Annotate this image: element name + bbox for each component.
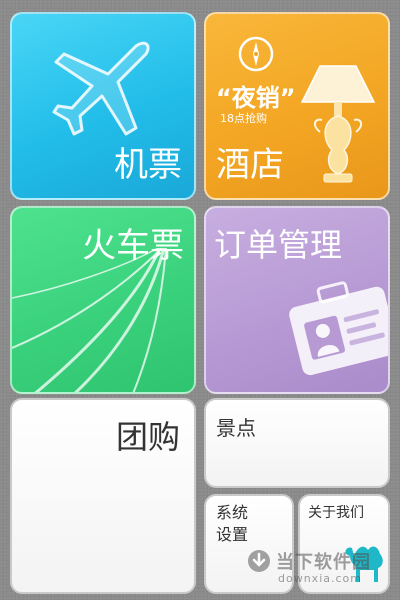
railway-tracks-icon	[12, 248, 167, 392]
promo-subtitle: 18点抢购	[220, 112, 267, 125]
groupbuy-tile[interactable]: 团购	[10, 398, 196, 594]
hotel-label: 酒店	[216, 145, 284, 185]
airplane-icon	[52, 41, 150, 136]
compass-icon	[238, 36, 274, 72]
about-label: 关于我们	[308, 505, 364, 521]
promo-title: “夜销”	[216, 84, 296, 112]
watermark: 当下软件园 downxia.com	[248, 548, 398, 596]
scenic-label: 景点	[216, 416, 256, 440]
settings-label: 系统设置	[216, 503, 249, 544]
flight-tile[interactable]: 机票	[10, 12, 196, 200]
hotel-tile[interactable]: “夜销” 18点抢购 酒店	[204, 12, 390, 200]
scenic-tile[interactable]: 景点	[204, 398, 390, 488]
id-card-icon	[289, 281, 388, 376]
watermark-title: 当下软件园	[276, 552, 371, 573]
train-tile[interactable]: 火车票	[10, 206, 196, 394]
orders-label: 订单管理	[214, 226, 343, 264]
orders-tile[interactable]: 订单管理	[204, 206, 390, 394]
flight-label: 机票	[114, 145, 182, 185]
watermark-url: downxia.com	[278, 572, 362, 585]
download-arrow-icon	[248, 550, 270, 572]
groupbuy-label: 团购	[115, 418, 180, 456]
lamp-icon	[300, 65, 376, 183]
